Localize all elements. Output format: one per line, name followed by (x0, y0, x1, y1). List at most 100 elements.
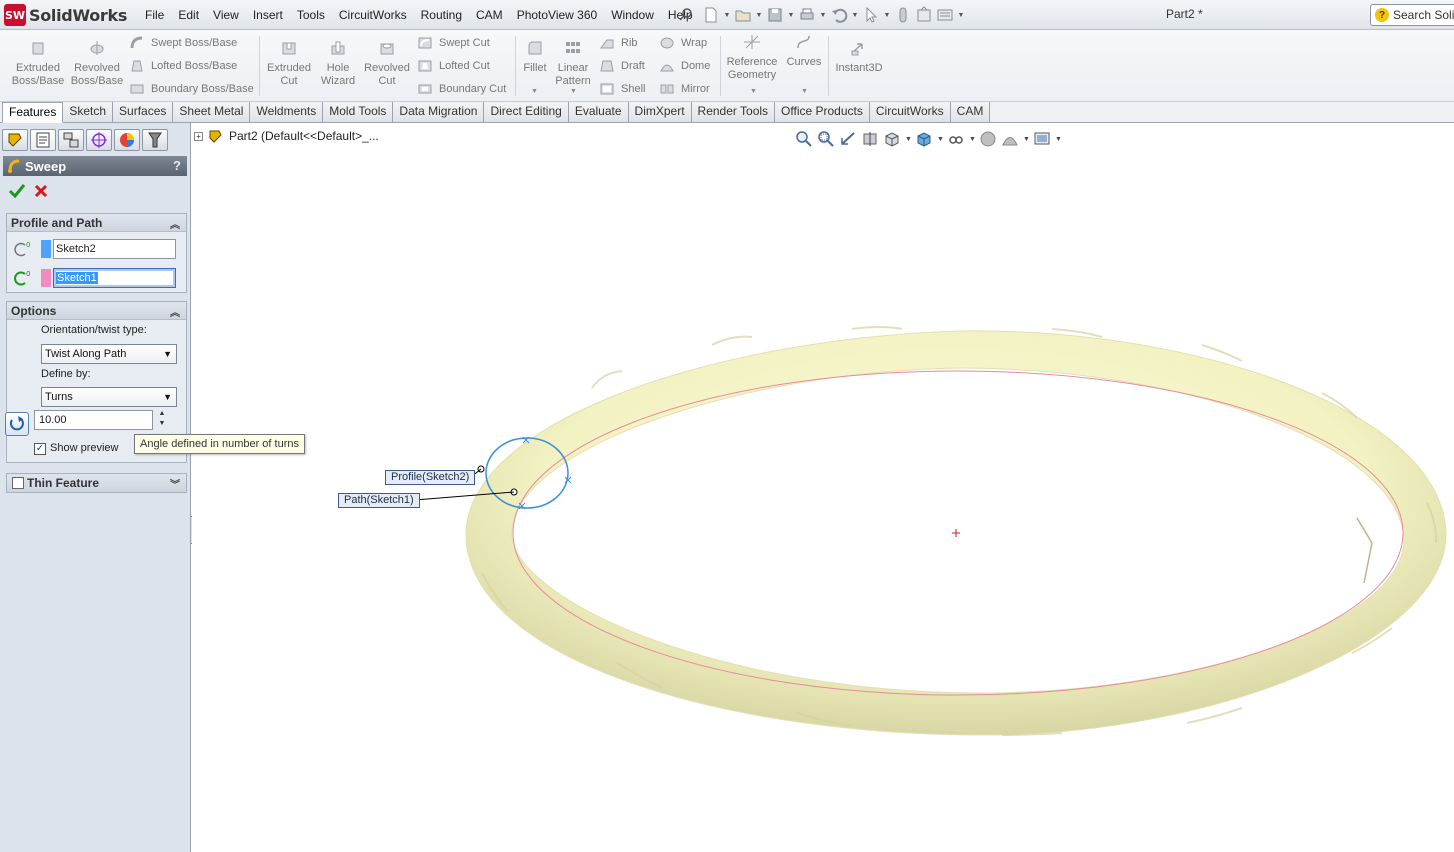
collapse-chevron-icon[interactable]: ︽ (170, 216, 180, 231)
open-folder-icon[interactable] (734, 6, 752, 24)
menu-routing[interactable]: Routing (414, 0, 469, 30)
tab-cam[interactable]: CAM (950, 102, 991, 122)
menu-edit[interactable]: Edit (171, 0, 206, 30)
boundary-boss-button[interactable]: Boundary Boss/Base (129, 80, 254, 98)
turns-input[interactable]: 10.00 (34, 410, 153, 430)
thin-feature-checkbox[interactable] (12, 477, 24, 489)
collapse-chevron-icon[interactable]: ︽ (170, 304, 180, 319)
reference-dropdown-icon[interactable]: ▼ (750, 88, 757, 95)
zoom-to-fit-icon[interactable] (795, 130, 813, 148)
fillet-button[interactable]: Fillet (520, 40, 550, 75)
dome-button[interactable]: Dome (659, 57, 710, 75)
configuration-manager-tab[interactable] (58, 129, 84, 151)
hide-show-items-icon[interactable] (947, 130, 965, 148)
path-callout[interactable]: Path(Sketch1) (338, 493, 420, 508)
view-settings-icon[interactable] (1033, 130, 1051, 148)
previous-view-icon[interactable] (839, 130, 857, 148)
fillet-dropdown-icon[interactable]: ▼ (531, 88, 538, 95)
options-header[interactable]: Options ︽ (7, 302, 186, 320)
select-cursor-icon[interactable] (862, 6, 880, 24)
tab-mold-tools[interactable]: Mold Tools (323, 102, 394, 122)
pin-icon[interactable] (679, 7, 693, 21)
menu-file[interactable]: File (138, 0, 171, 30)
file-properties-icon[interactable] (915, 6, 933, 24)
tab-render-tools[interactable]: Render Tools (691, 102, 776, 122)
new-document-icon[interactable] (702, 6, 720, 24)
lofted-boss-button[interactable]: Lofted Boss/Base (129, 57, 237, 75)
menu-circuitworks[interactable]: CircuitWorks (332, 0, 414, 30)
wrap-button[interactable]: Wrap (659, 34, 707, 52)
tab-data-migration[interactable]: Data Migration (393, 102, 485, 122)
thin-feature-header[interactable]: Thin Feature ︾ (7, 474, 186, 492)
graphics-viewport[interactable]: + Part2 (Default<<Default>_... ▼ ▼ ▼ ▼ ▼… (192, 123, 1454, 852)
tab-surfaces[interactable]: Surfaces (113, 102, 174, 122)
curves-button[interactable]: Curves (784, 34, 824, 69)
ok-checkmark-icon[interactable] (8, 183, 26, 199)
options-icon[interactable] (936, 6, 954, 24)
view-orientation-dropdown-icon[interactable]: ▼ (905, 136, 912, 143)
curves-dropdown-icon[interactable]: ▼ (801, 88, 808, 95)
menu-tools[interactable]: Tools (290, 0, 332, 30)
rib-button[interactable]: Rib (599, 34, 638, 52)
profile-field[interactable]: Sketch2 (53, 239, 176, 259)
swept-cut-button[interactable]: Swept Cut (417, 34, 490, 52)
menu-view[interactable]: View (206, 0, 246, 30)
search-box[interactable]: ? Search Solid (1370, 4, 1454, 26)
hide-show-dropdown-icon[interactable]: ▼ (969, 136, 976, 143)
tab-circuitworks[interactable]: CircuitWorks (869, 102, 951, 122)
linear-pattern-button[interactable]: Linear Pattern (553, 40, 593, 88)
print-dropdown-icon[interactable]: ▼ (819, 6, 827, 24)
pattern-dropdown-icon[interactable]: ▼ (570, 88, 577, 95)
view-orientation-icon[interactable] (883, 130, 901, 148)
orientation-dropdown[interactable]: Twist Along Path ▼ (41, 344, 177, 364)
feature-tree-root[interactable]: + Part2 (Default<<Default>_... (194, 128, 379, 144)
tab-evaluate[interactable]: Evaluate (568, 102, 629, 122)
undo-icon[interactable] (830, 6, 848, 24)
swept-boss-button[interactable]: Swept Boss/Base (129, 34, 237, 52)
help-button[interactable]: ? (173, 158, 181, 173)
menu-cam[interactable]: CAM (469, 0, 510, 30)
cancel-x-icon[interactable] (33, 183, 49, 199)
profile-and-path-header[interactable]: Profile and Path ︽ (7, 214, 186, 232)
print-icon[interactable] (798, 6, 816, 24)
dimxpert-manager-tab[interactable] (86, 129, 112, 151)
boundary-cut-button[interactable]: Boundary Cut (417, 80, 506, 98)
section-view-icon[interactable] (861, 130, 879, 148)
tab-sketch[interactable]: Sketch (63, 102, 114, 122)
options-dropdown-icon[interactable]: ▼ (957, 6, 965, 24)
menu-photoview[interactable]: PhotoView 360 (510, 0, 605, 30)
shell-button[interactable]: Shell (599, 80, 645, 98)
tab-weldments[interactable]: Weldments (250, 102, 324, 122)
expand-chevron-icon[interactable]: ︾ (170, 476, 180, 491)
tab-sheet-metal[interactable]: Sheet Metal (173, 102, 251, 122)
apply-scene-icon[interactable] (1001, 130, 1019, 148)
rebuild-icon[interactable] (894, 6, 912, 24)
revolved-cut-button[interactable]: Revolved Cut (361, 40, 413, 88)
reference-geometry-button[interactable]: Reference Geometry (724, 34, 780, 82)
display-style-dropdown-icon[interactable]: ▼ (937, 136, 944, 143)
camworks-tab[interactable] (142, 129, 168, 151)
menu-window[interactable]: Window (604, 0, 661, 30)
open-dropdown-icon[interactable]: ▼ (755, 6, 763, 24)
tab-direct-editing[interactable]: Direct Editing (484, 102, 569, 122)
extruded-cut-button[interactable]: Extruded Cut (263, 40, 315, 88)
lofted-cut-button[interactable]: Lofted Cut (417, 57, 490, 75)
draft-button[interactable]: Draft (599, 57, 645, 75)
tab-dimxpert[interactable]: DimXpert (628, 102, 692, 122)
display-style-icon[interactable] (915, 130, 933, 148)
reverse-direction-button[interactable] (5, 412, 29, 436)
menu-insert[interactable]: Insert (246, 0, 290, 30)
edit-appearance-icon[interactable] (979, 130, 997, 148)
feature-manager-tab[interactable] (2, 129, 28, 151)
solidworks-logo[interactable]: SW SolidWorks (4, 3, 127, 27)
save-icon[interactable] (766, 6, 784, 24)
new-dropdown-icon[interactable]: ▼ (723, 6, 731, 24)
profile-callout[interactable]: Profile(Sketch2) (385, 470, 476, 485)
path-field[interactable]: Sketch1 (53, 268, 176, 288)
show-preview-checkbox[interactable]: ✓ (34, 443, 46, 455)
extruded-boss-button[interactable]: Extruded Boss/Base (10, 40, 66, 88)
mirror-button[interactable]: Mirror (659, 80, 710, 98)
view-settings-dropdown-icon[interactable]: ▼ (1055, 136, 1062, 143)
property-manager-tab[interactable] (30, 129, 56, 151)
define-by-dropdown[interactable]: Turns ▼ (41, 387, 177, 407)
